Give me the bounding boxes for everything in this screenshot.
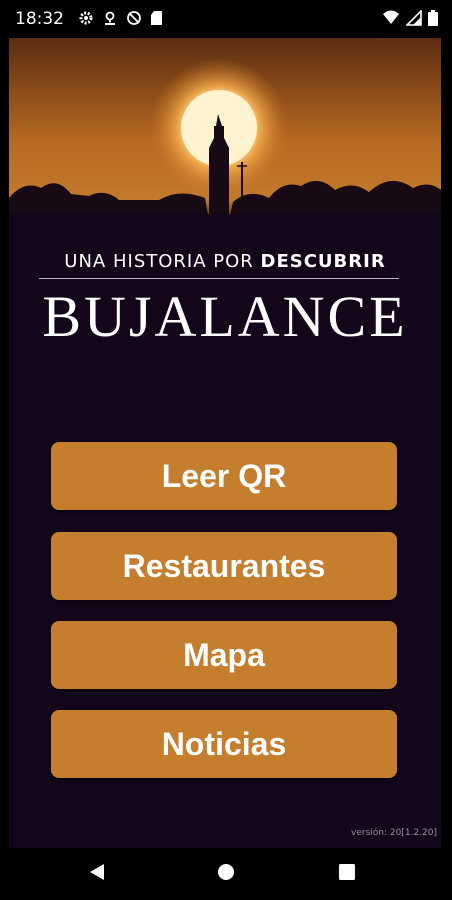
back-icon[interactable]: [88, 862, 106, 887]
status-time: 18:32: [15, 9, 64, 29]
battery-icon: [428, 10, 438, 26]
app-title: BUJALANCE: [42, 284, 408, 349]
settings-icon: [78, 10, 94, 26]
map-button[interactable]: Mapa: [51, 621, 397, 689]
signal-icon: [406, 10, 422, 26]
location-icon: [102, 10, 118, 26]
tagline: UNA HISTORIA POR DESCUBRIR: [9, 251, 441, 272]
hero-image: [9, 38, 441, 228]
app-screen: UNA HISTORIA POR DESCUBRIR BUJALANCE Lee…: [9, 38, 441, 848]
status-bar: 18:32: [0, 0, 452, 38]
sd-card-icon: [150, 10, 164, 26]
sync-off-icon: [126, 10, 142, 26]
tagline-highlight: DESCUBRIR: [260, 251, 386, 272]
restaurants-button[interactable]: Restaurantes: [51, 532, 397, 600]
navigation-bar: [0, 848, 452, 900]
wifi-icon: [382, 10, 400, 26]
version-label: versión: 20[1.2.20]: [351, 828, 437, 838]
tagline-divider: [39, 278, 399, 279]
home-icon[interactable]: [216, 862, 236, 887]
recents-icon[interactable]: [338, 862, 356, 887]
news-button[interactable]: Noticias: [51, 710, 397, 778]
read-qr-button[interactable]: Leer QR: [51, 442, 397, 510]
tagline-prefix: UNA HISTORIA POR: [64, 251, 261, 272]
